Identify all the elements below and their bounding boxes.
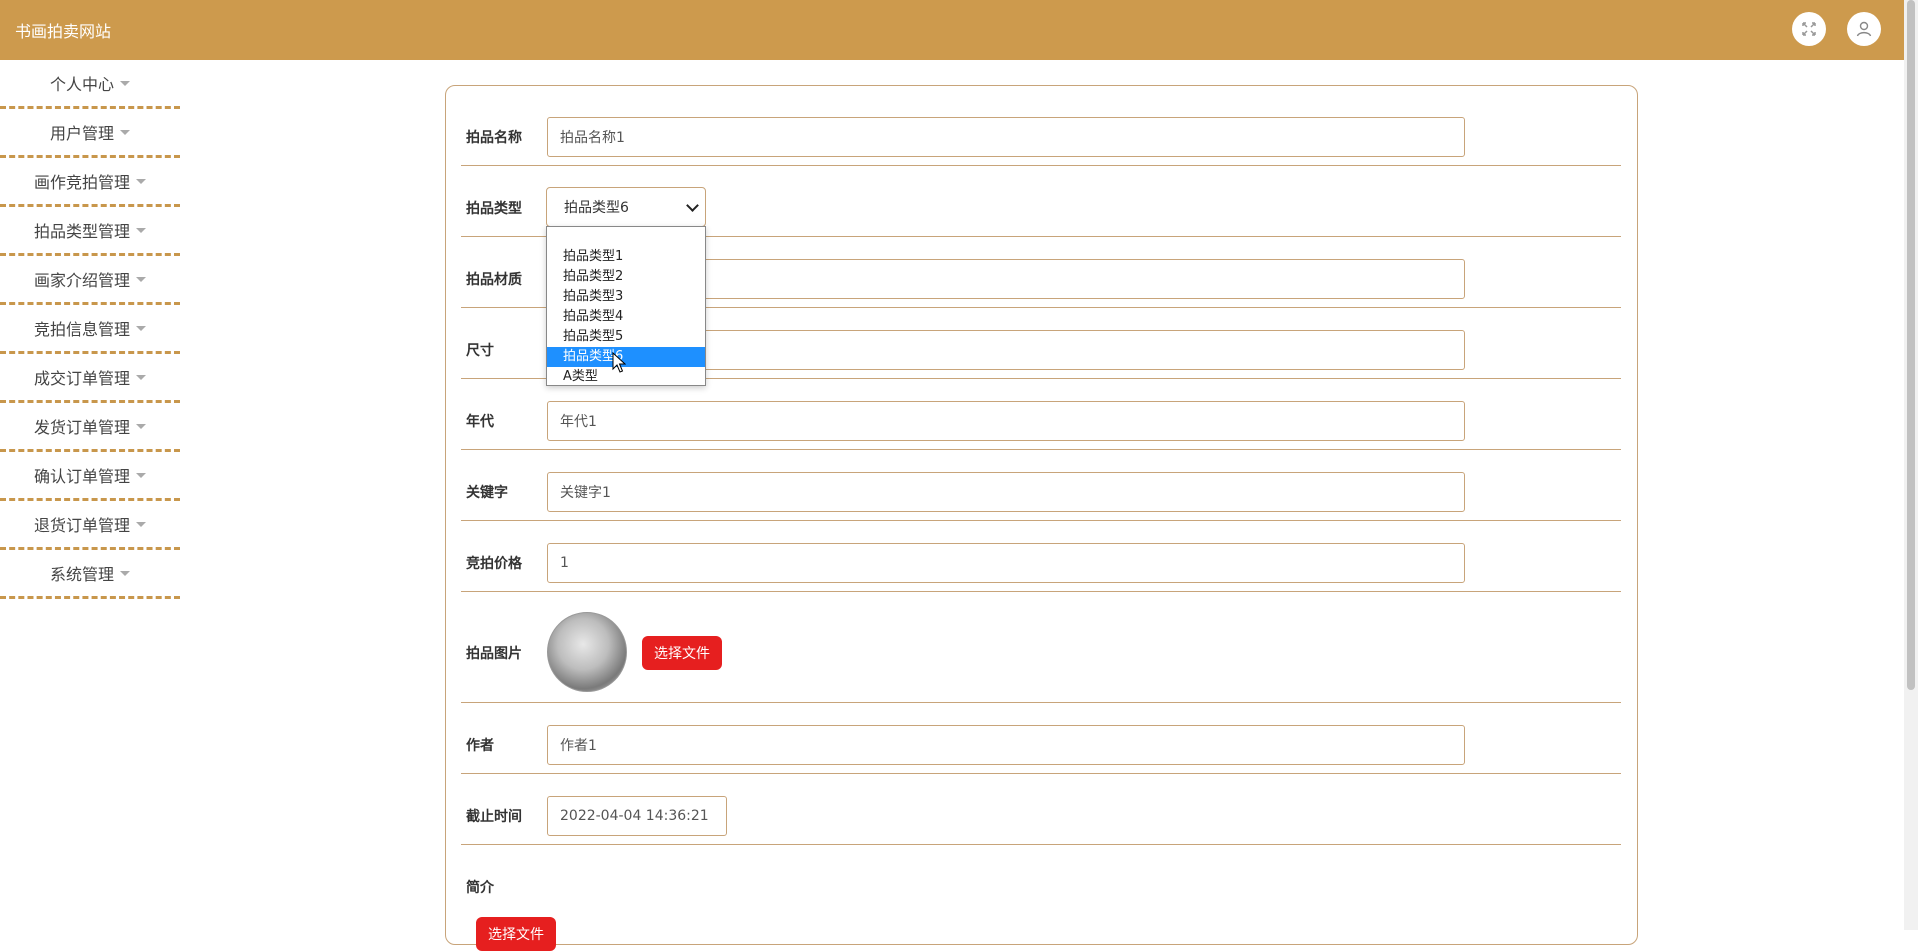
- type-label: 拍品类型: [466, 201, 522, 217]
- sidebar-item-painter-intro[interactable]: 画家介绍管理: [0, 256, 180, 305]
- caret-down-icon: [136, 276, 146, 282]
- sidebar-item-auction-info[interactable]: 竞拍信息管理: [0, 305, 180, 354]
- choose-intro-file-button[interactable]: 选择文件: [476, 917, 556, 951]
- size-label: 尺寸: [466, 343, 494, 359]
- name-input[interactable]: 拍品名称1: [547, 117, 1465, 157]
- sidebar-item-confirm-orders[interactable]: 确认订单管理: [0, 452, 180, 501]
- form-row-author: 作者 作者1: [461, 703, 1621, 774]
- type-select[interactable]: 拍品类型6: [546, 187, 706, 227]
- top-bar: 书画拍卖网站: [0, 0, 1904, 60]
- type-option[interactable]: 拍品类型3: [547, 287, 705, 307]
- price-input[interactable]: 1: [547, 543, 1465, 583]
- caret-down-icon: [120, 570, 130, 576]
- keyword-input[interactable]: 关键字1: [547, 472, 1465, 512]
- deadline-input[interactable]: 2022-04-04 14:36:21: [547, 796, 727, 836]
- sidebar-item-return-orders[interactable]: 退货订单管理: [0, 501, 180, 550]
- caret-down-icon: [136, 178, 146, 184]
- type-option[interactable]: 拍品类型2: [547, 267, 705, 287]
- intro-label: 简介: [466, 880, 494, 896]
- sidebar-item-painting-auction[interactable]: 画作竞拍管理: [0, 158, 180, 207]
- caret-down-icon: [136, 521, 146, 527]
- caret-down-icon: [136, 472, 146, 478]
- name-label: 拍品名称: [466, 130, 522, 146]
- form-row-image: 拍品图片 选择文件: [461, 592, 1621, 703]
- type-option[interactable]: 拍品类型1: [547, 247, 705, 267]
- keyword-label: 关键字: [466, 485, 508, 501]
- caret-down-icon: [120, 129, 130, 135]
- sidebar-item-item-type[interactable]: 拍品类型管理: [0, 207, 180, 256]
- sidebar-item-shipping-orders[interactable]: 发货订单管理: [0, 403, 180, 452]
- choose-image-button[interactable]: 选择文件: [642, 636, 722, 670]
- user-icon[interactable]: [1847, 12, 1881, 46]
- type-option[interactable]: 拍品类型4: [547, 307, 705, 327]
- form-row-intro: 简介 选择文件: [461, 845, 1621, 951]
- author-input[interactable]: 作者1: [547, 725, 1465, 765]
- caret-down-icon: [136, 325, 146, 331]
- era-label: 年代: [466, 414, 494, 430]
- deadline-label: 截止时间: [466, 809, 522, 825]
- sidebar-item-system-management[interactable]: 系统管理: [0, 550, 180, 599]
- caret-down-icon: [136, 227, 146, 233]
- mouse-cursor-icon: [612, 352, 626, 373]
- form-row-price: 竞拍价格 1: [461, 521, 1621, 592]
- sidebar-item-personal-center[interactable]: 个人中心: [0, 60, 180, 109]
- item-image-thumbnail: [547, 612, 627, 692]
- image-label: 拍品图片: [466, 646, 522, 662]
- form-row-deadline: 截止时间 2022-04-04 14:36:21: [461, 774, 1621, 845]
- caret-down-icon: [136, 423, 146, 429]
- form-row-name: 拍品名称 拍品名称1: [461, 86, 1621, 166]
- sidebar-item-user-management[interactable]: 用户管理: [0, 109, 180, 158]
- caret-down-icon: [136, 374, 146, 380]
- type-dropdown-list: 拍品类型1 拍品类型2 拍品类型3 拍品类型4 拍品类型5 拍品类型6 A类型: [546, 226, 706, 386]
- caret-down-icon: [120, 80, 130, 86]
- scrollbar-thumb[interactable]: [1907, 0, 1915, 690]
- price-label: 竞拍价格: [466, 556, 522, 572]
- sidebar-item-deal-orders[interactable]: 成交订单管理: [0, 354, 180, 403]
- type-option[interactable]: 拍品类型5: [547, 327, 705, 347]
- material-label: 拍品材质: [466, 272, 522, 288]
- era-input[interactable]: 年代1: [547, 401, 1465, 441]
- author-label: 作者: [466, 738, 494, 754]
- site-title: 书画拍卖网站: [15, 22, 112, 41]
- form-row-keyword: 关键字 关键字1: [461, 450, 1621, 521]
- form-row-era: 年代 年代1: [461, 379, 1621, 450]
- type-option[interactable]: A类型: [547, 367, 705, 387]
- chevron-down-icon: [686, 199, 699, 212]
- fullscreen-icon[interactable]: [1792, 12, 1826, 46]
- type-option-selected[interactable]: 拍品类型6: [547, 347, 705, 367]
- scrollbar[interactable]: [1904, 0, 1918, 930]
- sidebar-menu: 个人中心 用户管理 画作竞拍管理 拍品类型管理 画家介绍管理 竞拍信息管理 成交…: [0, 60, 180, 599]
